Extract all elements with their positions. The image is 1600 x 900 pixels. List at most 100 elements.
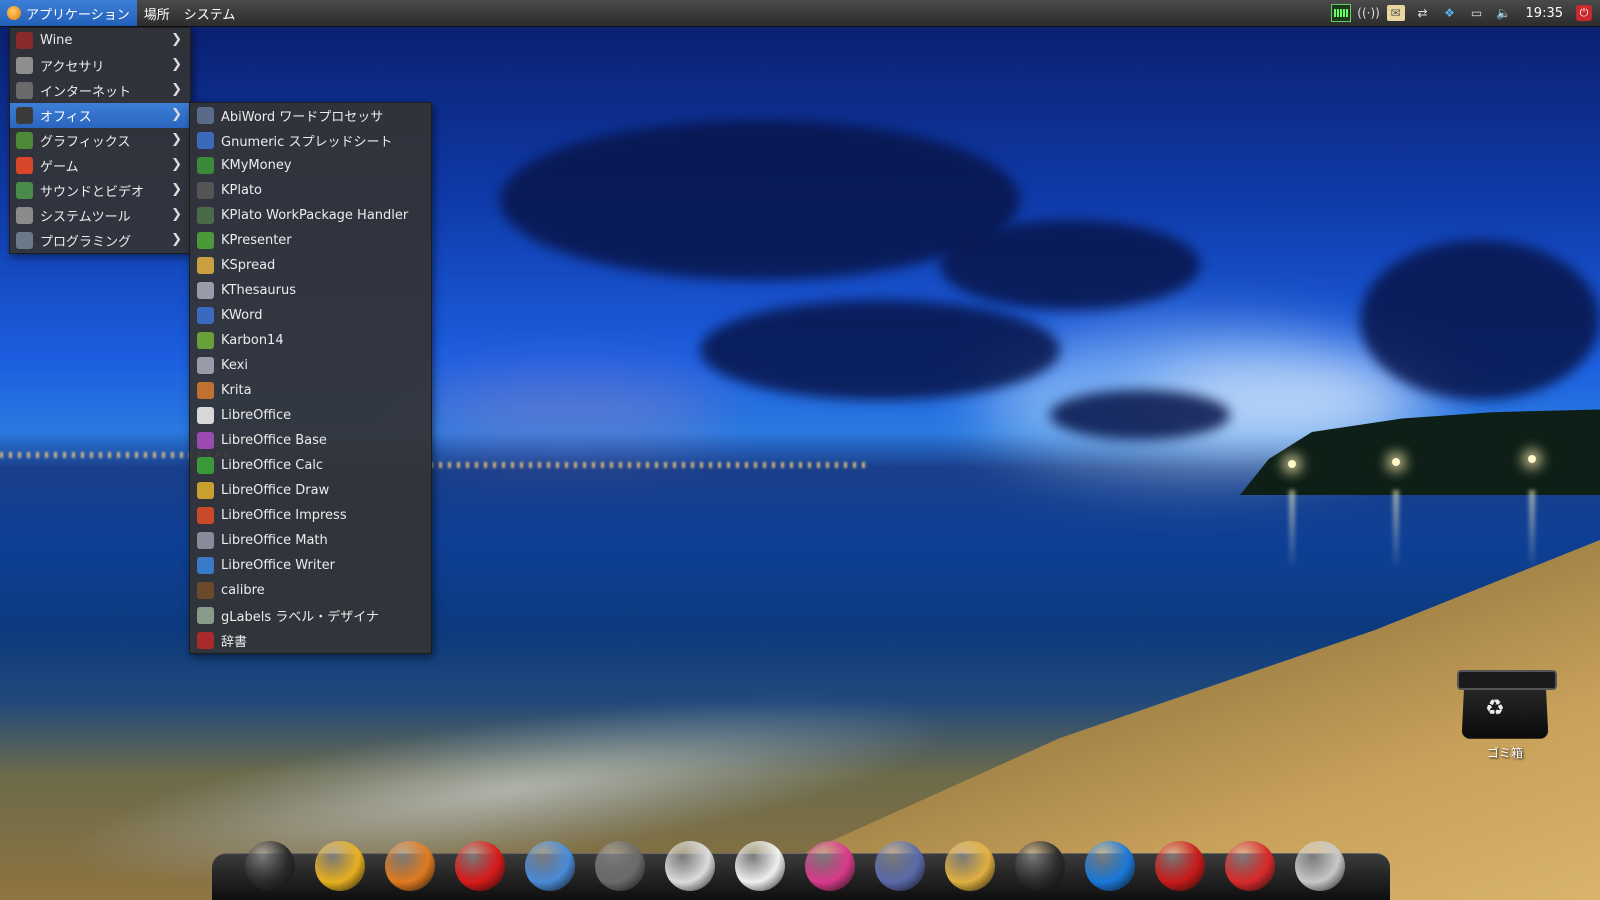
submenu-item-libreoffice-calc[interactable]: LibreOffice Calc <box>190 453 431 478</box>
shutdown-icon[interactable] <box>1222 838 1278 894</box>
dock <box>212 836 1390 900</box>
menu-item-internet[interactable]: インターネット ❯ <box>10 78 190 103</box>
menu-item-wine[interactable]: Wine ❯ <box>10 28 190 53</box>
menu-item-accessories[interactable]: アクセサリ ❯ <box>10 53 190 78</box>
submenu-item-kplato[interactable]: KPlato <box>190 178 431 203</box>
submenu-item-label: LibreOffice Base <box>221 433 327 448</box>
submenu-item-label: KSpread <box>221 258 276 273</box>
applications-menu[interactable]: アプリケーション <box>0 0 137 26</box>
submenu-item-label: Karbon14 <box>221 333 284 348</box>
trash-desktop-icon[interactable]: ♻ ゴミ箱 <box>1455 670 1557 761</box>
krita-icon <box>197 382 214 399</box>
file-manager-icon[interactable] <box>242 838 298 894</box>
kplato-workpackage-icon <box>197 207 214 224</box>
media-player-icon[interactable] <box>592 838 648 894</box>
submenu-item-libreoffice-writer[interactable]: LibreOffice Writer <box>190 553 431 578</box>
menu-item-system-tools[interactable]: システムツール ❯ <box>10 203 190 228</box>
submenu-item-label: Krita <box>221 383 252 398</box>
teamviewer-icon[interactable] <box>1082 838 1138 894</box>
audio-player-icon[interactable] <box>1012 838 1068 894</box>
submenu-item-kmymoney[interactable]: KMyMoney <box>190 153 431 178</box>
volume-dock-glyph <box>1295 841 1345 891</box>
submenu-item-label: calibre <box>221 583 265 598</box>
chevron-right-icon: ❯ <box>171 82 182 97</box>
internet-icon <box>16 82 33 99</box>
system-menu[interactable]: システム <box>177 0 243 26</box>
submenu-item-libreoffice-impress[interactable]: LibreOffice Impress <box>190 503 431 528</box>
firefox-icon[interactable] <box>382 838 438 894</box>
submenu-item-gnumeric[interactable]: Gnumeric スプレッドシート <box>190 128 431 153</box>
system-settings-icon[interactable] <box>872 838 928 894</box>
menu-item-graphics[interactable]: グラフィックス ❯ <box>10 128 190 153</box>
menu-item-label: オフィス <box>40 110 92 125</box>
menu-item-label: ゲーム <box>40 160 79 175</box>
image-viewer-glyph <box>945 841 995 891</box>
kmymoney-icon <box>197 157 214 174</box>
chrome-icon[interactable] <box>312 838 368 894</box>
chevron-right-icon: ❯ <box>171 182 182 197</box>
submenu-item-krita[interactable]: Krita <box>190 378 431 403</box>
glabels-icon <box>197 607 214 624</box>
menu-item-programming[interactable]: プログラミング ❯ <box>10 228 190 253</box>
dropbox-icon[interactable]: ❖ <box>1441 5 1459 21</box>
submenu-item-karbon14[interactable]: Karbon14 <box>190 328 431 353</box>
chrome-glyph <box>315 841 365 891</box>
menu-item-label: システムツール <box>40 210 131 225</box>
image-viewer-icon[interactable] <box>942 838 998 894</box>
submenu-item-libreoffice-math[interactable]: LibreOffice Math <box>190 528 431 553</box>
submenu-item-label: LibreOffice Impress <box>221 508 347 523</box>
audio-player-glyph <box>1015 841 1065 891</box>
office-submenu: AbiWord ワードプロセッサ Gnumeric スプレッドシート KMyMone… <box>189 102 432 654</box>
submenu-item-dictionary[interactable]: 辞書 <box>190 628 431 653</box>
submenu-item-kthesaurus[interactable]: KThesaurus <box>190 278 431 303</box>
teamviewer-glyph <box>1085 841 1135 891</box>
submenu-item-libreoffice[interactable]: LibreOffice <box>190 403 431 428</box>
clock[interactable]: 19:35 <box>1526 6 1563 21</box>
submenu-item-label: gLabels ラベル・デザイナ <box>221 610 379 625</box>
system-monitor-icon[interactable] <box>1330 4 1351 22</box>
abiword-icon <box>197 107 214 124</box>
submenu-item-libreoffice-draw[interactable]: LibreOffice Draw <box>190 478 431 503</box>
calibre-icon <box>197 582 214 599</box>
menu-item-games[interactable]: ゲーム ❯ <box>10 153 190 178</box>
menu-item-sound-video[interactable]: サウンドとビデオ ❯ <box>10 178 190 203</box>
chevron-right-icon: ❯ <box>171 107 182 122</box>
chevron-right-icon: ❯ <box>171 32 182 47</box>
text-editor-icon[interactable] <box>662 838 718 894</box>
network-icon[interactable]: ⇄ <box>1414 5 1432 21</box>
chevron-right-icon: ❯ <box>171 232 182 247</box>
display-icon[interactable]: ▭ <box>1468 5 1486 21</box>
kthesaurus-icon <box>197 282 214 299</box>
dictionary-icon <box>197 632 214 649</box>
wireless-icon[interactable]: ((·)) <box>1357 5 1380 21</box>
places-menu[interactable]: 場所 <box>137 0 177 26</box>
submenu-item-kspread[interactable]: KSpread <box>190 253 431 278</box>
libreoffice-impress-icon <box>197 507 214 524</box>
submenu-item-abiword[interactable]: AbiWord ワードプロセッサ <box>190 103 431 128</box>
submenu-item-calibre[interactable]: calibre <box>190 578 431 603</box>
submenu-item-kplato-workpackage[interactable]: KPlato WorkPackage Handler <box>190 203 431 228</box>
chevron-right-icon: ❯ <box>171 207 182 222</box>
trash-label: ゴミ箱 <box>1486 746 1523 760</box>
submenu-item-label: KPlato <box>221 183 262 198</box>
submenu-item-kword[interactable]: KWord <box>190 303 431 328</box>
pen-icon[interactable] <box>1152 838 1208 894</box>
chromium-icon[interactable] <box>522 838 578 894</box>
graphics-icon <box>16 132 33 149</box>
submenu-item-glabels[interactable]: gLabels ラベル・デザイナ <box>190 603 431 628</box>
submenu-item-kpresenter[interactable]: KPresenter <box>190 228 431 253</box>
libreoffice-base-icon <box>197 432 214 449</box>
volume-dock-icon[interactable] <box>1292 838 1348 894</box>
picasa-icon[interactable] <box>802 838 858 894</box>
power-icon[interactable]: ⏻ <box>1576 5 1592 21</box>
opera-icon[interactable] <box>452 838 508 894</box>
submenu-item-label: 辞書 <box>221 635 248 650</box>
submenu-item-libreoffice-base[interactable]: LibreOffice Base <box>190 428 431 453</box>
submenu-item-kexi[interactable]: Kexi <box>190 353 431 378</box>
volume-icon[interactable]: 🔈 <box>1495 5 1513 21</box>
menu-item-label: アクセサリ <box>40 60 105 75</box>
email-icon[interactable]: ✉ <box>1386 5 1405 21</box>
menu-item-office[interactable]: オフィス ❯ <box>10 103 190 128</box>
document-icon[interactable] <box>732 838 788 894</box>
sound-video-icon <box>16 182 33 199</box>
